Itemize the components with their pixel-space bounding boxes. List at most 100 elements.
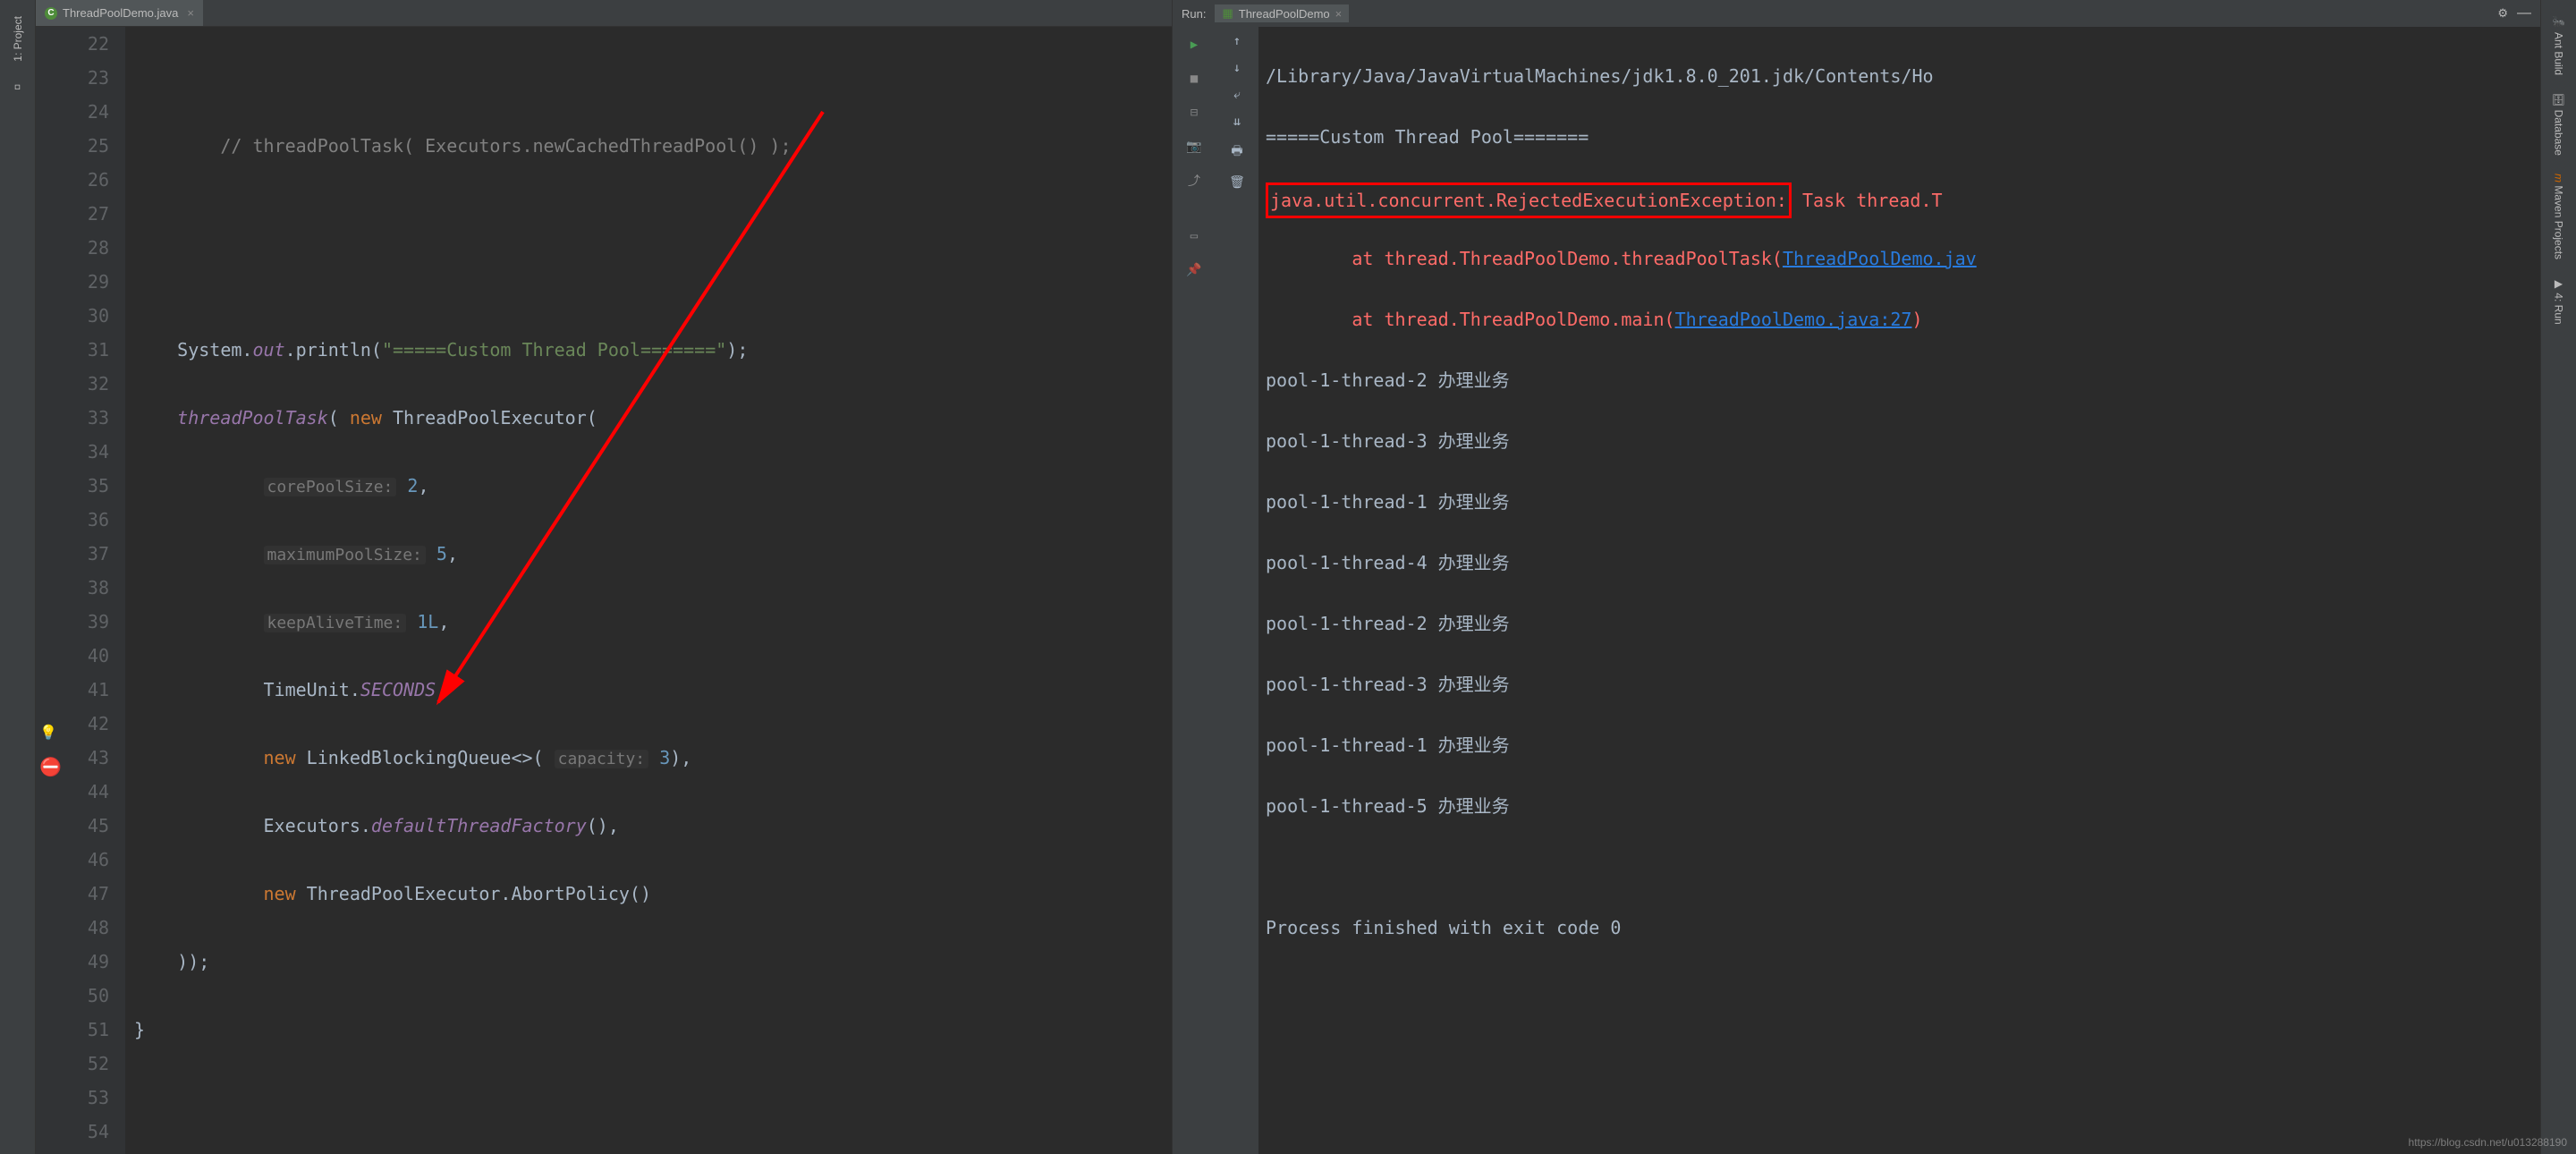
stop-button[interactable]: ■ [1183, 68, 1205, 89]
highlighted-exception: java.util.concurrent.RejectedExecutionEx… [1266, 182, 1792, 218]
gutter-line[interactable]: 51 [36, 1013, 109, 1047]
close-run-tab-icon[interactable]: × [1335, 7, 1343, 21]
gutter-line[interactable]: 54 [36, 1115, 109, 1149]
code-line[interactable]: System.out.println("=====Custom Thread P… [134, 333, 1172, 367]
run-config-tab[interactable]: ▦ ThreadPoolDemo × [1215, 4, 1349, 22]
gutter-line[interactable]: 36 [36, 503, 109, 537]
code-line[interactable]: Executors.defaultThreadFactory(), [134, 809, 1172, 843]
console-line: pool-1-thread-4 办理业务 [1266, 547, 2533, 578]
code-line[interactable]: threadPoolTask( new ThreadPoolExecutor( [134, 401, 1172, 435]
gutter-line[interactable]: 41 [36, 673, 109, 707]
gutter-line[interactable]: 43⛔ [36, 741, 109, 775]
code-line[interactable]: new LinkedBlockingQueue<>( capacity: 3), [134, 741, 1172, 775]
clear-icon[interactable]: 🗑 [1229, 175, 1245, 190]
gutter-line[interactable]: 40 [36, 639, 109, 673]
gutter-line[interactable]: 46 [36, 843, 109, 877]
gutter-line[interactable]: 49 [36, 945, 109, 979]
console-line: pool-1-thread-3 办理业务 [1266, 426, 2533, 456]
code-line[interactable]: maximumPoolSize: 5, [134, 537, 1172, 571]
run-config-name: ThreadPoolDemo [1239, 7, 1330, 21]
ant-build-button[interactable]: 🐜 Ant Build [2553, 7, 2565, 84]
gutter-line[interactable]: 38 [36, 571, 109, 605]
gutter-line[interactable]: 35 [36, 469, 109, 503]
console-line: pool-1-thread-2 办理业务 [1266, 608, 2533, 639]
gutter-line[interactable]: 26 [36, 163, 109, 197]
code-area[interactable]: 2223242526272829303132333435363738394041… [36, 27, 1172, 1154]
code-line[interactable]: corePoolSize: 2, [134, 469, 1172, 503]
close-tab-icon[interactable]: × [187, 6, 194, 20]
soft-wrap-icon[interactable]: ⤶ [1233, 88, 1241, 102]
error-icon[interactable]: ⛔ [39, 750, 52, 762]
gutter-line[interactable]: 32 [36, 367, 109, 401]
pin-icon[interactable]: 📌 [1183, 259, 1205, 281]
gutter-line[interactable]: 53 [36, 1081, 109, 1115]
gutter-line[interactable]: 28 [36, 231, 109, 265]
stacktrace-link[interactable]: ThreadPoolDemo.java:27 [1675, 309, 1912, 330]
gutter-line[interactable]: 22 [36, 27, 109, 61]
left-sidebar: 1: Project ▫ [0, 0, 36, 1154]
gutter-line[interactable]: 52 [36, 1047, 109, 1081]
layout-button[interactable]: ▭ [1183, 225, 1205, 247]
gutter-line[interactable]: 45 [36, 809, 109, 843]
gutter-line[interactable]: 23 [36, 61, 109, 95]
code-line[interactable] [134, 265, 1172, 299]
gutter-line[interactable]: 30 [36, 299, 109, 333]
gutter-line[interactable]: 44 [36, 775, 109, 809]
camera-icon[interactable]: 📷 [1183, 136, 1205, 157]
code-line[interactable]: } [134, 1013, 1172, 1047]
database-button[interactable]: 🗄 Database [2553, 84, 2565, 165]
gutter-line[interactable]: 25 [36, 129, 109, 163]
code-line[interactable]: )); [134, 945, 1172, 979]
exit-button[interactable]: ⤴ [1183, 170, 1205, 191]
project-tool-button[interactable]: 1: Project [12, 7, 24, 71]
gutter-line[interactable]: 42💡 [36, 707, 109, 741]
java-class-icon: C [45, 7, 57, 20]
run-toolbar-left: ▶ ■ ⊟ 📷 ⤴ ▭ 📌 [1173, 27, 1216, 1154]
tab-filename: ThreadPoolDemo.java [63, 6, 178, 20]
editor-tab-bar: C ThreadPoolDemo.java × [36, 0, 1172, 27]
gutter-line[interactable]: 48 [36, 911, 109, 945]
gutter-line[interactable]: 39 [36, 605, 109, 639]
gutter-line[interactable]: 31 [36, 333, 109, 367]
console-output[interactable]: /Library/Java/JavaVirtualMachines/jdk1.8… [1258, 27, 2540, 1154]
stacktrace-link[interactable]: ThreadPoolDemo.jav [1783, 248, 1977, 269]
run-tool-button[interactable]: ▶ 4: Run [2553, 268, 2565, 334]
gutter-line[interactable]: 27 [36, 197, 109, 231]
print-icon[interactable]: 🖶 [1231, 141, 1242, 163]
code-line[interactable]: new ThreadPoolExecutor.AbortPolicy() [134, 877, 1172, 911]
editor-tab[interactable]: C ThreadPoolDemo.java × [36, 0, 203, 26]
gutter-line[interactable]: 24 [36, 95, 109, 129]
run-toolbar-right: ↑ ↓ ⤶ ⇊ 🖶 🗑 [1216, 27, 1258, 1154]
gutter: 2223242526272829303132333435363738394041… [36, 27, 125, 1154]
code-line[interactable] [134, 1081, 1172, 1115]
code-line[interactable] [134, 1149, 1172, 1154]
scroll-to-end-icon[interactable]: ⇊ [1233, 115, 1241, 129]
code-line[interactable]: keepAliveTime: 1L, [134, 605, 1172, 639]
gutter-line[interactable]: 50 [36, 979, 109, 1013]
gutter-line[interactable]: 33 [36, 401, 109, 435]
code-line[interactable]: TimeUnit.SECONDS, [134, 673, 1172, 707]
minimize-icon[interactable]: — [2517, 5, 2531, 21]
run-config-icon: ▦ [1222, 6, 1233, 21]
gutter-line[interactable]: 34 [36, 435, 109, 469]
gutter-line[interactable]: 29 [36, 265, 109, 299]
console-line: at thread.ThreadPoolDemo.threadPoolTask(… [1266, 243, 2533, 274]
maven-button[interactable]: m Maven Projects [2553, 165, 2565, 268]
code-lines[interactable]: // threadPoolTask( Executors.newCachedTh… [125, 27, 1172, 1154]
run-body: ▶ ■ ⊟ 📷 ⤴ ▭ 📌 ↑ ↓ ⤶ ⇊ 🖶 🗑 /Library/Java/… [1173, 27, 2540, 1154]
gutter-line[interactable]: 37 [36, 537, 109, 571]
gutter-line[interactable]: 47 [36, 877, 109, 911]
right-sidebar: 🐜 Ant Build 🗄 Database m Maven Projects … [2540, 0, 2576, 1154]
code-line[interactable]: // threadPoolTask( Executors.newCachedTh… [134, 129, 1172, 163]
console-line: =====Custom Thread Pool======= [1266, 122, 2533, 152]
up-icon[interactable]: ↑ [1233, 34, 1241, 48]
dump-button[interactable]: ⊟ [1183, 102, 1205, 123]
editor-pane: C ThreadPoolDemo.java × 2223242526272829… [36, 0, 1172, 1154]
gear-icon[interactable]: ⚙ [2497, 6, 2508, 21]
code-line[interactable] [134, 197, 1172, 231]
code-line[interactable] [134, 61, 1172, 95]
lightbulb-icon[interactable]: 💡 [39, 716, 52, 728]
folder-icon: ▫ [13, 80, 21, 94]
rerun-button[interactable]: ▶ [1183, 34, 1205, 55]
down-icon[interactable]: ↓ [1233, 61, 1241, 75]
